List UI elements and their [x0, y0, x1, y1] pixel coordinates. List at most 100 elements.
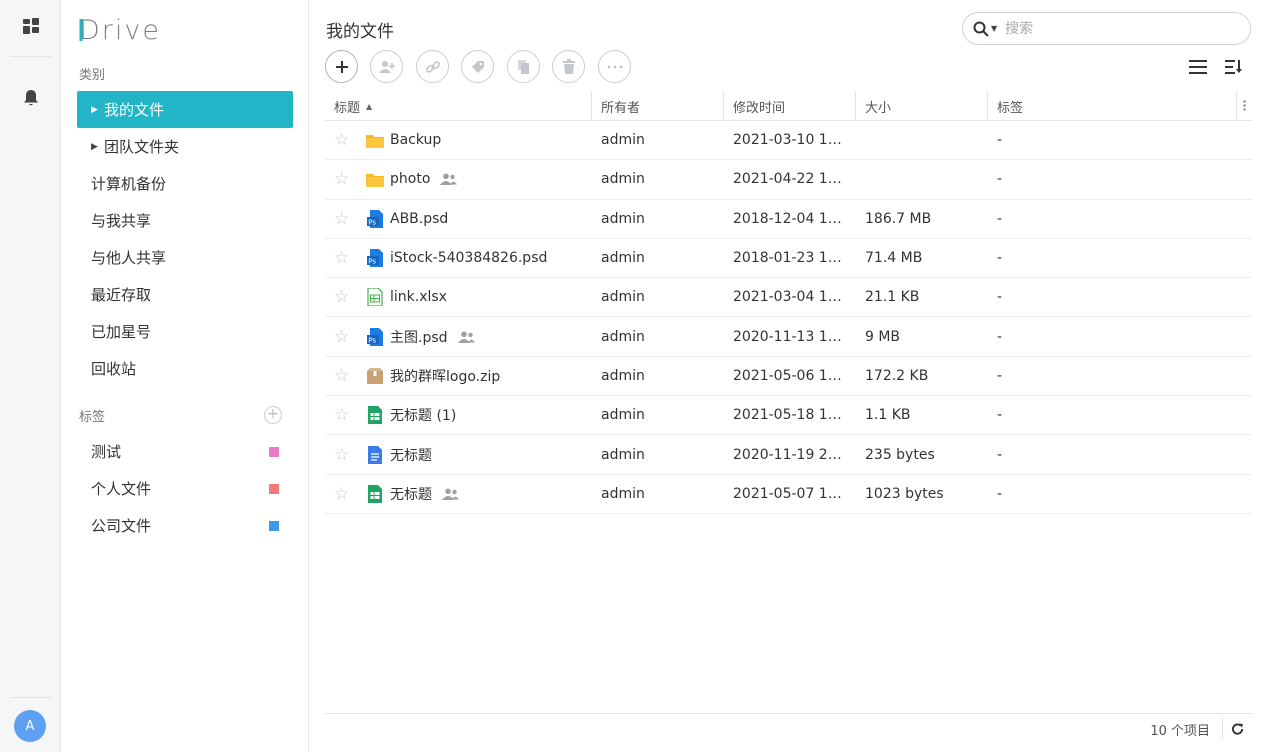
cell-modified-time: 2020-11-13 1…: [733, 328, 842, 345]
file-name[interactable]: link.xlsx: [390, 289, 447, 305]
table-row[interactable]: ☆ 我的群晖logo.zip admin 2021-05-06 1… 172.2 KB -: [325, 357, 1252, 397]
column-header-label: 修改时间: [733, 100, 786, 116]
search-input[interactable]: [1005, 20, 1226, 37]
spreadsheet-file-icon: [366, 288, 384, 307]
sidebar-item-shared-with-me[interactable]: 与我共享: [77, 202, 293, 239]
svg-text:Ps: Ps: [368, 336, 376, 344]
table-row[interactable]: ☆ 无标题 admin 2020-11-19 2… 235 bytes -: [325, 435, 1252, 475]
share-user-button[interactable]: [370, 50, 403, 83]
file-name[interactable]: 我的群晖logo.zip: [390, 366, 500, 386]
cell-modified-time: 2021-05-07 1…: [733, 485, 842, 502]
column-header-label: 所有者: [601, 100, 641, 116]
column-header-label: 标签: [997, 100, 1024, 116]
cell-size: 1023 bytes: [865, 485, 944, 502]
sidebar-item-team-folders[interactable]: ▶ 团队文件夹: [77, 128, 293, 165]
bell-icon[interactable]: [0, 78, 61, 118]
tag-button[interactable]: [461, 50, 494, 83]
table-row[interactable]: ☆ Ps 主图.psd admin 2020-11-13 1… 9 MB -: [325, 317, 1252, 357]
psd-file-icon: Ps: [366, 209, 384, 228]
cell-title: ☆ Ps ABB.psd: [325, 200, 592, 238]
table-row[interactable]: ☆ 无标题 admin 2021-05-07 1… 1023 bytes -: [325, 475, 1252, 514]
sidebar-item-shared-with-others[interactable]: 与他人共享: [77, 239, 293, 276]
file-name[interactable]: Backup: [390, 132, 441, 148]
column-options-icon[interactable]: [1237, 91, 1252, 120]
table-row[interactable]: ☆ link.xlsx admin 2021-03-04 1… 21.1 KB -: [325, 278, 1252, 318]
sidebar-item-starred[interactable]: 已加星号: [77, 313, 293, 350]
cell-title: ☆ 我的群晖logo.zip: [325, 357, 592, 395]
link-icon: [425, 60, 440, 73]
page-title: 我的文件: [326, 22, 394, 42]
tag-color-swatch: [269, 483, 279, 494]
tag-item-test[interactable]: 测试: [77, 433, 293, 470]
file-name[interactable]: photo: [390, 171, 430, 187]
column-header-tags[interactable]: 标签: [988, 91, 1237, 121]
document-file-icon: [366, 445, 384, 464]
copy-button[interactable]: [507, 50, 540, 83]
add-tag-button[interactable]: +: [264, 406, 282, 424]
sidebar-item-recycle-bin[interactable]: 回收站: [77, 350, 293, 387]
file-name[interactable]: 主图.psd: [390, 327, 448, 347]
caret-right-icon: ▶: [91, 141, 98, 152]
cell-modified-time: 2018-01-23 1…: [733, 250, 842, 267]
folder-icon: [366, 170, 384, 188]
svg-text:Ps: Ps: [368, 218, 376, 226]
cell-modified-time: 2021-05-18 1…: [733, 407, 842, 424]
cell-title: ☆ Ps 主图.psd: [325, 317, 592, 355]
cell-modified-time: 2018-12-04 1…: [733, 210, 842, 227]
table-row[interactable]: ☆ 无标题 (1) admin 2021-05-18 1… 1.1 KB -: [325, 396, 1252, 436]
cell-owner: admin: [601, 485, 645, 502]
star-icon[interactable]: ☆: [334, 484, 358, 504]
dashboard-icon[interactable]: [0, 6, 61, 46]
add-button[interactable]: [325, 50, 358, 83]
file-name[interactable]: 无标题: [390, 484, 432, 504]
star-icon[interactable]: ☆: [334, 287, 358, 307]
app-logo: Drive: [79, 14, 161, 46]
column-header-size[interactable]: 大小: [856, 91, 988, 121]
tags-title: 标签: [79, 410, 106, 425]
shared-users-icon: [442, 488, 459, 500]
file-name[interactable]: iStock-540384826.psd: [390, 250, 547, 266]
star-icon[interactable]: ☆: [334, 405, 358, 425]
star-icon[interactable]: ☆: [334, 327, 358, 347]
column-header-mtime[interactable]: 修改时间: [724, 91, 856, 121]
star-icon[interactable]: ☆: [334, 366, 358, 386]
list-view-icon: [1189, 60, 1207, 74]
sidebar-item-label: 团队文件夹: [104, 138, 180, 156]
delete-button[interactable]: [552, 50, 585, 83]
search-box[interactable]: ▼: [962, 12, 1251, 45]
column-header-title[interactable]: 标题 ▲: [325, 91, 592, 121]
file-name[interactable]: ABB.psd: [390, 211, 448, 227]
sidebar-item-recent[interactable]: 最近存取: [77, 276, 293, 313]
sidebar-item-pc-backup[interactable]: 计算机备份: [77, 165, 293, 202]
star-icon[interactable]: ☆: [334, 209, 358, 229]
sidebar-item-my-files[interactable]: ▶ 我的文件: [77, 91, 293, 128]
cell-tags: -: [997, 485, 1003, 502]
table-row[interactable]: ☆ photo admin 2021-04-22 1… -: [325, 160, 1252, 200]
avatar-initial: A: [25, 718, 35, 734]
refresh-button[interactable]: [1222, 718, 1244, 740]
list-view-button[interactable]: [1187, 56, 1209, 78]
table-row[interactable]: ☆ Ps ABB.psd admin 2018-12-04 1… 186.7 MB -: [325, 200, 1252, 239]
table-row[interactable]: ☆ Backup admin 2021-03-10 1… -: [325, 121, 1252, 161]
tag-item-company[interactable]: 公司文件: [77, 507, 293, 544]
caret-right-icon: ▶: [91, 104, 98, 115]
cell-title: ☆ 无标题: [325, 435, 592, 473]
rail-divider: [10, 56, 51, 57]
link-button[interactable]: [416, 50, 449, 83]
sidebar-item-label: 我的文件: [104, 101, 165, 119]
cell-owner: admin: [601, 328, 645, 345]
file-name[interactable]: 无标题 (1): [390, 405, 456, 425]
star-icon[interactable]: ☆: [334, 130, 358, 150]
cell-owner: admin: [601, 132, 645, 149]
avatar[interactable]: A: [14, 710, 46, 742]
table-row[interactable]: ☆ Ps iStock-540384826.psd admin 2018-01-23 1…: [325, 239, 1252, 279]
column-header-owner[interactable]: 所有者: [592, 91, 724, 121]
tag-item-personal[interactable]: 个人文件: [77, 470, 293, 507]
file-name[interactable]: 无标题: [390, 445, 432, 465]
sort-button[interactable]: [1223, 56, 1245, 78]
star-icon[interactable]: ☆: [334, 248, 358, 268]
star-icon[interactable]: ☆: [334, 169, 358, 189]
more-button[interactable]: [598, 50, 631, 83]
chevron-down-icon[interactable]: ▼: [991, 24, 997, 33]
star-icon[interactable]: ☆: [334, 445, 358, 465]
